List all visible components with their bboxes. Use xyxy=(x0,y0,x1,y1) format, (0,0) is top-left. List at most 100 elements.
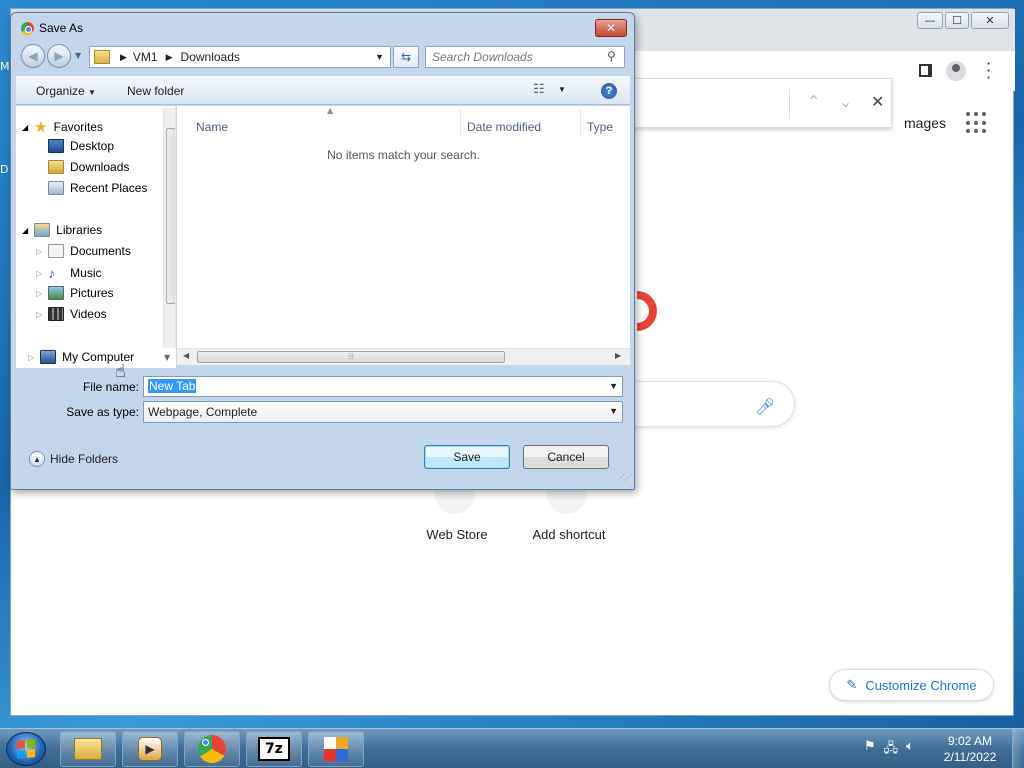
taskbar-media-player[interactable]: ▶ xyxy=(122,731,178,767)
save-as-type-select[interactable]: Webpage, Complete ▼ xyxy=(143,401,623,423)
taskbar-windows-explorer[interactable] xyxy=(60,731,116,767)
file-list: ▲ Name Date modified Type No items match… xyxy=(177,106,630,358)
nav-downloads[interactable]: Downloads xyxy=(48,160,129,174)
nav-recent-places-label: Recent Places xyxy=(70,181,148,195)
action-center-flag-icon[interactable]: ⚑ xyxy=(864,739,876,761)
documents-icon xyxy=(48,244,65,258)
help-button[interactable]: ? xyxy=(601,83,617,99)
column-divider[interactable] xyxy=(580,108,581,136)
nav-libraries-label: Libraries xyxy=(56,223,103,237)
7zip-icon: 7z xyxy=(258,737,290,761)
system-clock[interactable]: 9:02 AM 2/11/2022 xyxy=(935,733,1005,765)
window-close-button[interactable]: ✕ xyxy=(971,12,1009,29)
shortcut-web-store[interactable]: Web Store xyxy=(402,527,512,542)
recent-pages-chevron-icon[interactable]: ▼ xyxy=(75,51,81,60)
scroll-right-arrow-icon[interactable]: ▶ xyxy=(615,351,621,360)
find-next-icon[interactable]: ⌄ xyxy=(839,92,852,111)
forward-button[interactable]: ▶ xyxy=(47,44,71,68)
back-button[interactable]: ◀ xyxy=(21,44,45,68)
new-folder-button[interactable]: New folder xyxy=(127,84,184,98)
nav-libraries[interactable]: ◢ Libraries xyxy=(22,223,102,237)
windows-logo-icon xyxy=(17,739,35,759)
column-header-type[interactable]: Type xyxy=(587,120,613,134)
breadcrumb-vm1[interactable]: VM1 xyxy=(133,50,158,64)
collapse-arrow-icon: ▷ xyxy=(36,288,43,298)
start-button[interactable] xyxy=(6,732,46,766)
shortcut-add[interactable]: Add shortcut xyxy=(514,527,624,542)
view-dropdown-icon[interactable]: ▼ xyxy=(558,85,566,94)
save-as-type-label: Save as type: xyxy=(66,405,139,419)
save-button[interactable]: Save xyxy=(424,445,510,469)
find-bar: ⌃ ⌄ ✕ xyxy=(600,78,892,128)
nav-favorites[interactable]: ◢ ★ Favorites xyxy=(22,118,103,136)
minimize-button[interactable]: — xyxy=(917,12,943,29)
nav-videos[interactable]: ▷ Videos xyxy=(36,307,107,321)
side-panel-icon[interactable] xyxy=(919,64,932,77)
kebab-menu-icon[interactable]: · · · xyxy=(986,56,991,86)
nav-scroll-thumb[interactable] xyxy=(166,128,175,304)
show-desktop-button[interactable] xyxy=(1012,729,1024,768)
column-divider[interactable] xyxy=(460,108,461,136)
search-icon[interactable]: ⚲ xyxy=(607,49,616,63)
microphone-icon[interactable]: 🎤︎ xyxy=(755,397,775,416)
nav-pictures[interactable]: ▷ Pictures xyxy=(36,286,114,300)
taskbar-office[interactable] xyxy=(308,731,364,767)
search-input[interactable]: Search Downloads xyxy=(425,46,625,68)
taskbar-google-chrome[interactable] xyxy=(184,731,240,767)
system-tray: ⚑ 🖧︎ 🔈︎ xyxy=(864,739,914,761)
nav-desktop[interactable]: Desktop xyxy=(48,139,114,153)
file-name-input[interactable]: New Tab ▼ xyxy=(143,376,623,397)
libraries-icon xyxy=(34,223,51,237)
file-list-horizontal-scrollbar[interactable]: ◀ ⦙⦙⦙ ▶ xyxy=(177,348,630,365)
minimize-icon: — xyxy=(924,14,936,27)
nav-my-computer[interactable]: ▷ My Computer ▼ xyxy=(16,348,176,368)
find-close-icon[interactable]: ✕ xyxy=(871,92,884,111)
taskbar: ▶ 7z ⚑ 🖧︎ 🔈︎ 9:02 AM 2/11/2022 xyxy=(0,728,1024,768)
scroll-down-arrow-icon[interactable]: ▼ xyxy=(164,353,170,362)
organize-button[interactable]: Organize ▼ xyxy=(36,84,96,98)
save-as-dialog: Save As ✕ ◀ ▶ ▼ ▶ VM1 ▶ Downloads ▼ ⇆ Se… xyxy=(10,12,635,490)
find-bar-divider xyxy=(789,89,790,119)
taskbar-7zip[interactable]: 7z xyxy=(246,731,302,767)
nav-recent-places[interactable]: Recent Places xyxy=(48,181,147,195)
volume-icon[interactable]: 🔈︎ xyxy=(906,739,914,761)
cancel-button[interactable]: Cancel xyxy=(523,445,609,469)
music-icon: ♪ xyxy=(48,265,56,281)
find-previous-icon[interactable]: ⌃ xyxy=(807,92,820,111)
file-name-dropdown-icon[interactable]: ▼ xyxy=(609,381,618,391)
customize-chrome-button[interactable]: ✎ Customize Chrome xyxy=(829,669,994,701)
dialog-close-button[interactable]: ✕ xyxy=(595,19,627,37)
address-dropdown-icon[interactable]: ▼ xyxy=(375,52,384,62)
column-header-date-modified[interactable]: Date modified xyxy=(467,120,541,134)
refresh-button[interactable]: ⇆ xyxy=(393,46,419,68)
star-icon: ★ xyxy=(34,119,48,136)
breadcrumb-downloads[interactable]: Downloads xyxy=(181,50,240,64)
desktop-icon-label: M xyxy=(0,60,10,73)
downloads-folder-icon xyxy=(48,160,64,174)
hide-folders-button[interactable]: ▲ Hide Folders xyxy=(29,451,118,467)
nav-documents-label: Documents xyxy=(70,244,131,258)
expand-arrow-icon: ◢ xyxy=(22,225,29,235)
scroll-left-arrow-icon[interactable]: ◀ xyxy=(183,351,189,360)
nav-music[interactable]: ▷ ♪ Music xyxy=(36,265,102,281)
nav-vertical-scrollbar[interactable] xyxy=(163,108,175,356)
nav-downloads-label: Downloads xyxy=(70,160,130,174)
videos-icon xyxy=(48,307,65,321)
nav-buttons: ◀ ▶ ▼ xyxy=(19,43,89,69)
maximize-button[interactable]: ☐ xyxy=(945,12,969,29)
column-header-name[interactable]: Name xyxy=(196,120,228,134)
profile-avatar[interactable] xyxy=(946,61,966,81)
save-as-type-value: Webpage, Complete xyxy=(148,405,258,419)
nav-documents[interactable]: ▷ Documents xyxy=(36,244,131,258)
collapse-arrow-icon: ▷ xyxy=(36,268,43,278)
horizontal-scroll-thumb[interactable]: ⦙⦙⦙ xyxy=(197,351,505,363)
view-options-icon[interactable]: ☷ xyxy=(533,81,545,97)
maximize-icon: ☐ xyxy=(952,14,962,27)
media-player-icon: ▶ xyxy=(138,737,162,761)
address-bar[interactable]: ▶ VM1 ▶ Downloads ▼ xyxy=(89,46,391,68)
apps-grid-icon[interactable] xyxy=(966,112,988,134)
help-icon: ? xyxy=(605,85,613,97)
resize-grip-icon[interactable]: ⋰⋰ xyxy=(617,473,632,482)
images-link[interactable]: mages xyxy=(904,115,946,131)
network-icon[interactable]: 🖧︎ xyxy=(884,739,899,761)
